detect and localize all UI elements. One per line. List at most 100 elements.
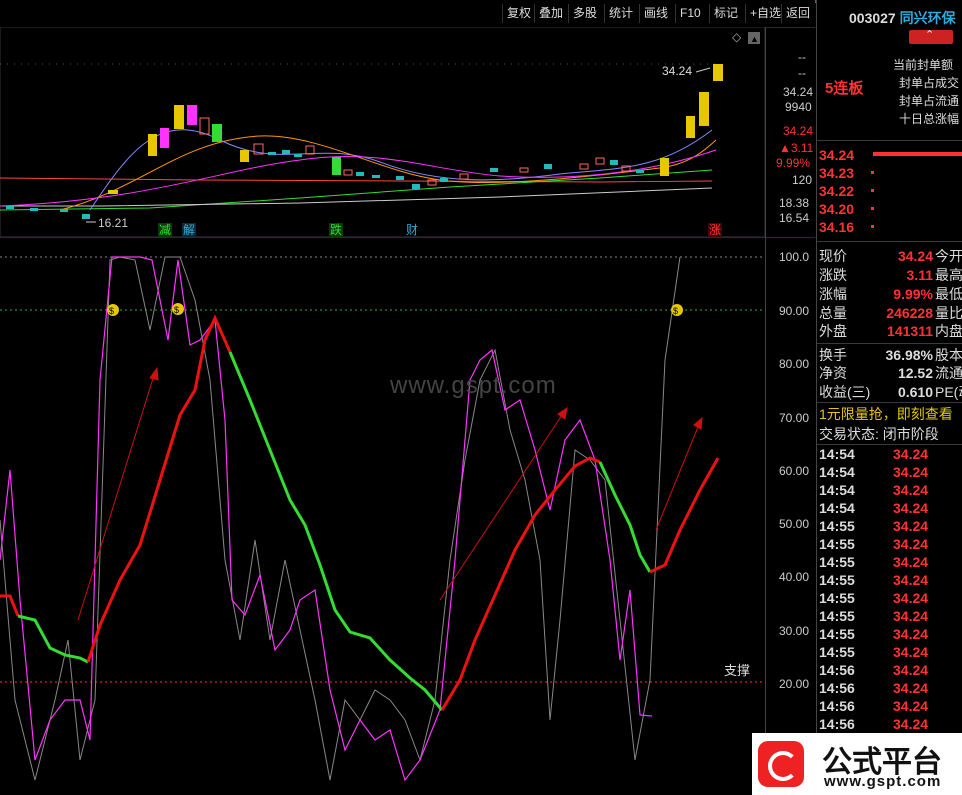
tick-price: 34.24 (893, 626, 929, 642)
bid-price: 34.22 (819, 183, 855, 199)
tick-row: 14:54 34.24 (817, 445, 962, 463)
svg-text:▲3.11: ▲3.11 (779, 141, 814, 155)
diamond-icon: ◇ (732, 30, 742, 44)
bid-price: 34.16 (819, 219, 855, 235)
svg-text:$: $ (174, 305, 179, 315)
tick-time: 14:54 (819, 500, 855, 516)
quote-label-right: 股本 (935, 347, 962, 363)
price-axis: -- -- 34.24 9940 34.24 ▲3.11 9.99% 120 1… (776, 50, 814, 225)
quote-label: 涨跌 (819, 267, 847, 283)
tick-price: 34.24 (893, 572, 929, 588)
quote-label-right: PE(动 (935, 384, 962, 400)
candle (174, 105, 184, 129)
quote-label-right: 最高 (935, 267, 962, 283)
support-label: 支撑 (724, 663, 750, 678)
tick-row: 14:56 34.24 (817, 661, 962, 679)
candle (160, 128, 169, 148)
promo-banner[interactable]: 1元限量抢，即刻查看 (819, 405, 962, 423)
seal-label: 当前封单额 (893, 58, 954, 72)
quote-row: 总量 246228 量比 (817, 304, 962, 322)
svg-text:120: 120 (792, 173, 812, 187)
tick-price: 34.24 (893, 662, 929, 678)
svg-text:$: $ (673, 306, 678, 316)
svg-text:90.00: 90.00 (779, 304, 809, 318)
tick-row: 14:54 34.24 (817, 499, 962, 517)
bid-price: 34.23 (819, 165, 855, 181)
candle (212, 124, 222, 142)
toolbar-button-fuquan[interactable]: 复权 (502, 4, 535, 23)
tick-row: 14:55 34.24 (817, 625, 962, 643)
quote-label: 涨幅 (819, 286, 847, 302)
quote-value: 36.98% (885, 347, 933, 363)
svg-text:--: -- (798, 66, 806, 80)
svg-text:--: -- (798, 50, 806, 64)
tick-time: 14:55 (819, 554, 855, 570)
svg-text:80.00: 80.00 (779, 357, 809, 371)
quote-row: 换手 36.98% 股本 (817, 346, 962, 364)
tick-row: 14:55 34.24 (817, 535, 962, 553)
tick-price: 34.24 (893, 500, 929, 516)
quote-label: 现价 (819, 248, 847, 264)
stock-code: 003027 同兴环保 (849, 10, 956, 26)
toolbar-button-back[interactable]: 返回 (781, 4, 814, 23)
quote-value: 12.52 (897, 365, 933, 381)
logo-url: www.gspt.com (824, 773, 942, 790)
collapse-button[interactable]: ⌃ (909, 29, 953, 44)
svg-text:40.00: 40.00 (779, 570, 809, 584)
tick-row: 14:55 34.24 (817, 607, 962, 625)
main-line-down (228, 351, 444, 711)
toolbar-button-add-watchlist[interactable]: +自选 (745, 4, 785, 23)
toolbar-button-overlay[interactable]: 叠加 (534, 4, 567, 23)
svg-text:9940: 9940 (785, 100, 812, 114)
tick-price: 34.24 (893, 716, 929, 732)
tick-time: 14:54 (819, 464, 855, 480)
quote-value: 9.99% (893, 286, 933, 302)
watermark: www.gspt.com (390, 372, 557, 399)
tick-row: 14:55 34.24 (817, 571, 962, 589)
event-marker: 财 (406, 223, 418, 237)
svg-text:30.00: 30.00 (779, 624, 809, 638)
toolbar-button-multi[interactable]: 多股 (568, 4, 601, 23)
quote-row: 涨跌 3.11 最高 (817, 266, 962, 284)
tick-time: 14:55 (819, 644, 855, 660)
candle (713, 64, 723, 81)
stock-name: 同兴环保 (899, 10, 956, 26)
bid-volume-bar (873, 152, 962, 156)
tick-price: 34.24 (893, 536, 929, 552)
svg-text:$: $ (109, 306, 114, 316)
quote-row: 现价 34.24 今开 (817, 247, 962, 265)
svg-text:20.00: 20.00 (779, 677, 809, 691)
tick-row: 14:56 34.24 (817, 679, 962, 697)
quote-value: 246228 (886, 305, 933, 321)
tick-row: 14:55 34.24 (817, 517, 962, 535)
tick-row: 14:54 34.24 (817, 463, 962, 481)
chevron-up-icon: ⌃ (925, 29, 935, 41)
tick-price: 34.24 (893, 644, 929, 660)
svg-text:70.00: 70.00 (779, 411, 809, 425)
magenta-oscillator (0, 256, 653, 782)
quote-label-right: 流通 (935, 365, 962, 381)
candle (332, 157, 341, 175)
tick-time: 14:54 (819, 446, 855, 462)
quote-panel: 003027 同兴环保 ⌃ 5连板 当前封单额 封单占成交 封单占流通 十日总涨… (816, 0, 962, 795)
tick-time: 14:56 (819, 716, 855, 732)
toolbar-button-draw[interactable]: 画线 (639, 4, 672, 23)
tick-row: 14:55 34.24 (817, 589, 962, 607)
low-price-tag: 16.21 (98, 216, 128, 230)
toolbar-button-mark[interactable]: 标记 (709, 4, 742, 23)
logo-g-icon (758, 741, 804, 787)
kline-chart[interactable]: ◇ ▲ 16.21 34.24 减 解 跌 财 涨 -- -- 34.24 99… (0, 27, 815, 795)
quote-value: 0.610 (897, 384, 933, 400)
tick-row: 14:55 34.24 (817, 643, 962, 661)
svg-text:9.99%: 9.99% (776, 156, 810, 170)
tick-time: 14:56 (819, 662, 855, 678)
toolbar-button-stats[interactable]: 统计 (604, 4, 637, 23)
toolbar-button-f10[interactable]: F10 (675, 4, 705, 23)
tick-time: 14:55 (819, 608, 855, 624)
tick-row: 14:55 34.24 (817, 553, 962, 571)
tick-time: 14:54 (819, 482, 855, 498)
quote-label-right: 今开 (935, 248, 962, 264)
svg-text:60.00: 60.00 (779, 464, 809, 478)
candle (148, 134, 157, 156)
tick-price: 34.24 (893, 482, 929, 498)
